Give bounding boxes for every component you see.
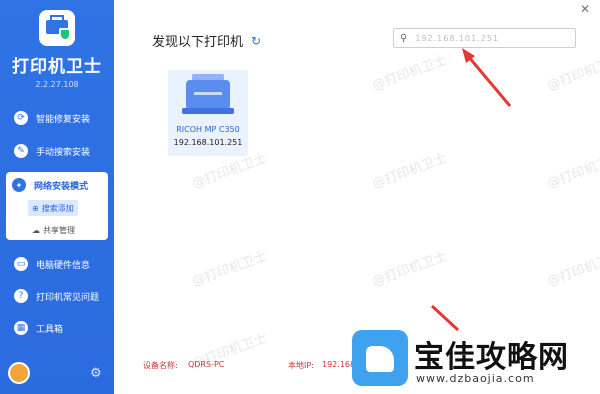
site-logo-domain: www.dzbaojia.com [416,372,535,385]
device-name-label: 设备名称: [143,361,178,370]
local-ip-label: 本地IP: [288,361,314,370]
device-name-value: QDRS-PC [188,360,225,369]
thumbs-up-icon [352,330,408,386]
site-logo: 宝佳攻略网 www.dzbaojia.com [350,330,600,394]
site-logo-name: 宝佳攻略网 [414,340,569,375]
